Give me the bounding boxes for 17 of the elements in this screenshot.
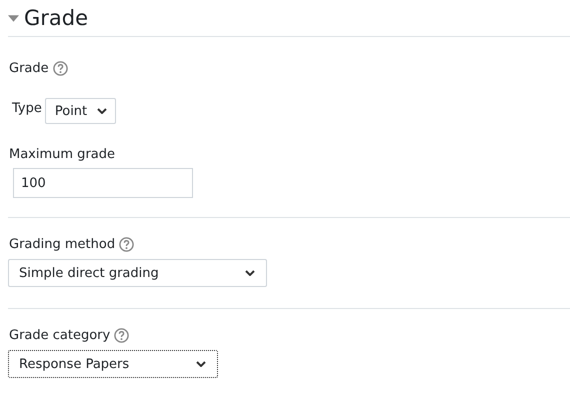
chevron-down-icon [96,108,107,114]
type-dropdown[interactable]: Point [44,98,116,124]
help-icon[interactable] [52,61,68,76]
section-heading: Grade [24,6,88,30]
field-label: Grading method [9,237,116,252]
field-label: Maximum grade [9,147,115,162]
chevron-down-icon [245,270,255,276]
chevron-down-icon [196,361,206,367]
dropdown[interactable]: Response Papers [8,350,218,378]
dropdown[interactable]: Simple direct grading [8,259,267,287]
field-label: Grade category [9,328,110,343]
collapse-triangle-icon[interactable] [8,14,19,22]
maximum-grade-input[interactable]: 100 [13,168,193,198]
field-label: Grade [9,61,49,76]
help-icon[interactable] [119,237,134,252]
type-label: Type [12,100,42,116]
help-icon[interactable] [114,328,130,343]
